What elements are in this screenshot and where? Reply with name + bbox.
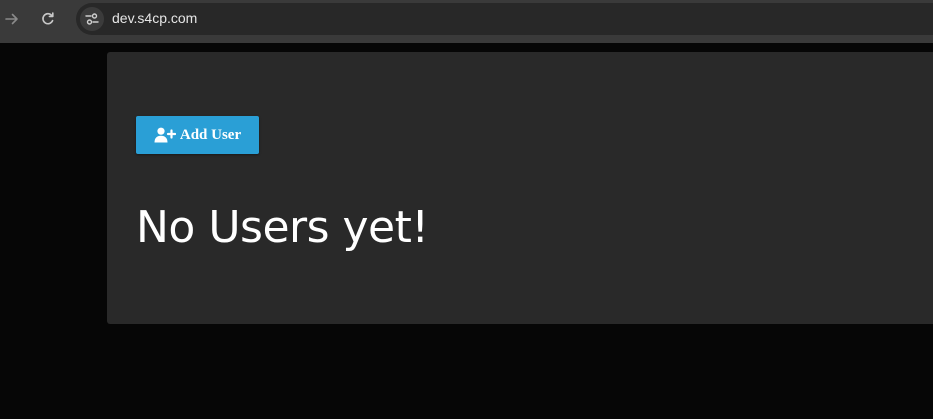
- back-button[interactable]: [0, 7, 24, 31]
- tune-icon: [85, 13, 99, 25]
- add-user-button[interactable]: Add User: [136, 116, 259, 154]
- page-content: Add User No Users yet!: [0, 43, 933, 419]
- user-plus-icon: [154, 127, 176, 143]
- reload-button[interactable]: [36, 7, 60, 31]
- url-text[interactable]: dev.s4cp.com: [112, 10, 197, 26]
- users-panel: Add User No Users yet!: [107, 52, 933, 324]
- address-bar[interactable]: dev.s4cp.com: [76, 3, 933, 35]
- empty-state-message: No Users yet!: [136, 202, 429, 253]
- arrow-right-icon: [5, 13, 18, 25]
- add-user-label: Add User: [179, 126, 242, 143]
- site-info-button[interactable]: [80, 7, 104, 31]
- reload-icon: [42, 12, 54, 25]
- browser-toolbar: dev.s4cp.com: [0, 0, 933, 43]
